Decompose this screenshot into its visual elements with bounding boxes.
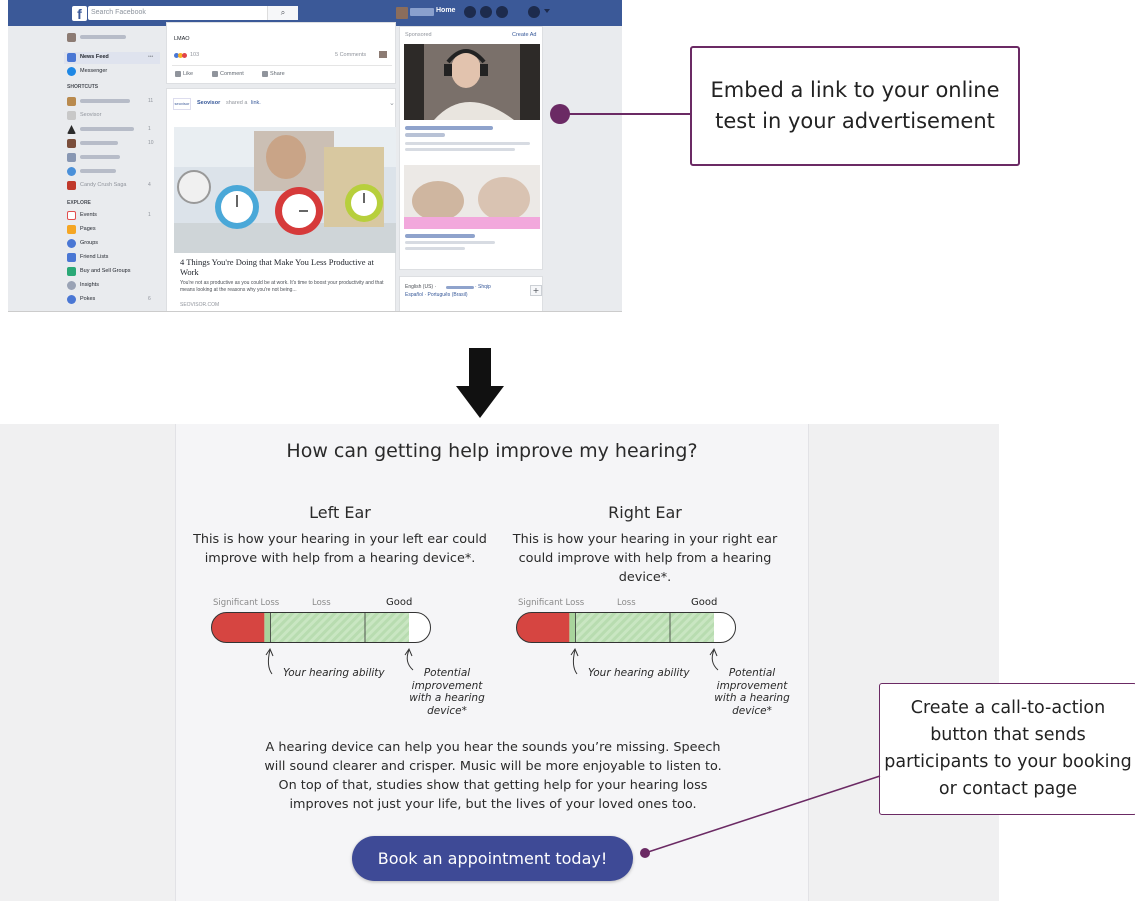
benefits-paragraph: A hearing device can help you hear the s… xyxy=(264,740,722,812)
right-potential-note: Potential improvement with a hearing dev… xyxy=(714,667,790,717)
book-appointment-label: Book an appointment today! xyxy=(377,849,608,868)
left-ability-note: Your hearing ability xyxy=(283,667,385,679)
book-appointment-button[interactable]: Book an appointment today! xyxy=(352,836,633,881)
callout-cta-button: Create a call-to-action button that send… xyxy=(879,683,1135,815)
left-potential-note: Potential improvement with a hearing dev… xyxy=(409,667,485,717)
right-ability-note: Your hearing ability xyxy=(588,667,690,679)
callout-cta-text: Create a call-to-action button that send… xyxy=(884,698,1132,799)
